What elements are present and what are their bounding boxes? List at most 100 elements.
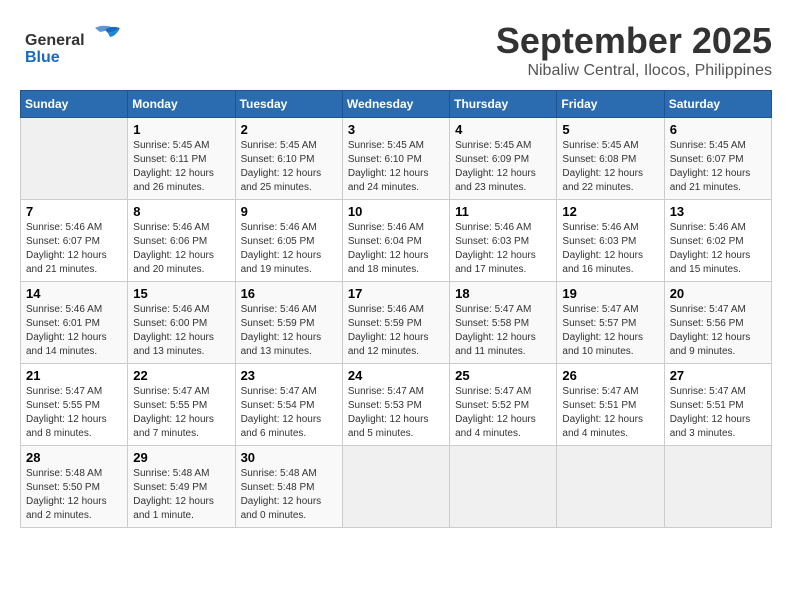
- week-row-2: 7 Sunrise: 5:46 AMSunset: 6:07 PMDaylight…: [21, 200, 772, 282]
- day-number: 23: [241, 368, 337, 383]
- calendar-cell: [450, 446, 557, 528]
- day-info: Sunrise: 5:46 AMSunset: 5:59 PMDaylight:…: [348, 303, 444, 359]
- day-number: 29: [133, 450, 229, 465]
- day-info: Sunrise: 5:47 AMSunset: 5:57 PMDaylight:…: [562, 303, 658, 359]
- day-number: 5: [562, 122, 658, 137]
- day-number: 10: [348, 204, 444, 219]
- calendar-cell: 23 Sunrise: 5:47 AMSunset: 5:54 PMDayligh…: [235, 364, 342, 446]
- day-info: Sunrise: 5:46 AMSunset: 6:02 PMDaylight:…: [670, 221, 766, 277]
- calendar-cell: [21, 118, 128, 200]
- calendar-cell: 7 Sunrise: 5:46 AMSunset: 6:07 PMDaylight…: [21, 200, 128, 282]
- calendar-cell: 30 Sunrise: 5:48 AMSunset: 5:48 PMDayligh…: [235, 446, 342, 528]
- day-number: 16: [241, 286, 337, 301]
- day-info: Sunrise: 5:47 AMSunset: 5:53 PMDaylight:…: [348, 385, 444, 441]
- day-number: 7: [26, 204, 122, 219]
- day-info: Sunrise: 5:47 AMSunset: 5:51 PMDaylight:…: [562, 385, 658, 441]
- day-info: Sunrise: 5:47 AMSunset: 5:56 PMDaylight:…: [670, 303, 766, 359]
- calendar-cell: 1 Sunrise: 5:45 AMSunset: 6:11 PMDaylight…: [128, 118, 235, 200]
- calendar-cell: 25 Sunrise: 5:47 AMSunset: 5:52 PMDayligh…: [450, 364, 557, 446]
- day-number: 30: [241, 450, 337, 465]
- calendar-cell: 6 Sunrise: 5:45 AMSunset: 6:07 PMDaylight…: [664, 118, 771, 200]
- day-info: Sunrise: 5:47 AMSunset: 5:54 PMDaylight:…: [241, 385, 337, 441]
- day-number: 22: [133, 368, 229, 383]
- calendar-cell: 4 Sunrise: 5:45 AMSunset: 6:09 PMDaylight…: [450, 118, 557, 200]
- month-title: September 2025: [496, 20, 772, 62]
- column-header-friday: Friday: [557, 91, 664, 118]
- calendar-cell: 5 Sunrise: 5:45 AMSunset: 6:08 PMDaylight…: [557, 118, 664, 200]
- calendar-cell: 19 Sunrise: 5:47 AMSunset: 5:57 PMDayligh…: [557, 282, 664, 364]
- day-info: Sunrise: 5:46 AMSunset: 6:01 PMDaylight:…: [26, 303, 122, 359]
- calendar-cell: 11 Sunrise: 5:46 AMSunset: 6:03 PMDayligh…: [450, 200, 557, 282]
- calendar-cell: 27 Sunrise: 5:47 AMSunset: 5:51 PMDayligh…: [664, 364, 771, 446]
- day-number: 21: [26, 368, 122, 383]
- day-info: Sunrise: 5:45 AMSunset: 6:09 PMDaylight:…: [455, 139, 551, 195]
- day-info: Sunrise: 5:47 AMSunset: 5:55 PMDaylight:…: [26, 385, 122, 441]
- day-number: 26: [562, 368, 658, 383]
- day-info: Sunrise: 5:47 AMSunset: 5:52 PMDaylight:…: [455, 385, 551, 441]
- calendar-cell: 12 Sunrise: 5:46 AMSunset: 6:03 PMDayligh…: [557, 200, 664, 282]
- calendar-cell: [664, 446, 771, 528]
- day-info: Sunrise: 5:47 AMSunset: 5:55 PMDaylight:…: [133, 385, 229, 441]
- day-number: 27: [670, 368, 766, 383]
- day-number: 11: [455, 204, 551, 219]
- calendar-cell: 18Sunrise: 5:47 AMSunset: 5:58 PMDayligh…: [450, 282, 557, 364]
- day-info: Sunrise: 5:47 AMSunset: 5:51 PMDaylight:…: [670, 385, 766, 441]
- day-info: Sunrise: 5:48 AMSunset: 5:49 PMDaylight:…: [133, 467, 229, 523]
- day-number: 12: [562, 204, 658, 219]
- column-header-thursday: Thursday: [450, 91, 557, 118]
- day-info: Sunrise: 5:45 AMSunset: 6:10 PMDaylight:…: [348, 139, 444, 195]
- calendar-cell: 14 Sunrise: 5:46 AMSunset: 6:01 PMDayligh…: [21, 282, 128, 364]
- day-info: Sunrise: 5:46 AMSunset: 5:59 PMDaylight:…: [241, 303, 337, 359]
- day-number: 9: [241, 204, 337, 219]
- column-header-wednesday: Wednesday: [342, 91, 449, 118]
- header-row: SundayMondayTuesdayWednesdayThursdayFrid…: [21, 91, 772, 118]
- calendar-cell: 28Sunrise: 5:48 AMSunset: 5:50 PMDayligh…: [21, 446, 128, 528]
- column-header-saturday: Saturday: [664, 91, 771, 118]
- day-number: 13: [670, 204, 766, 219]
- day-info: Sunrise: 5:46 AMSunset: 6:04 PMDaylight:…: [348, 221, 444, 277]
- day-number: 8: [133, 204, 229, 219]
- day-number: 6: [670, 122, 766, 137]
- calendar-cell: 22 Sunrise: 5:47 AMSunset: 5:55 PMDayligh…: [128, 364, 235, 446]
- day-info: Sunrise: 5:45 AMSunset: 6:07 PMDaylight:…: [670, 139, 766, 195]
- calendar-cell: [557, 446, 664, 528]
- calendar-cell: 21 Sunrise: 5:47 AMSunset: 5:55 PMDayligh…: [21, 364, 128, 446]
- day-number: 20: [670, 286, 766, 301]
- day-number: 15: [133, 286, 229, 301]
- day-info: Sunrise: 5:46 AMSunset: 6:03 PMDaylight:…: [562, 221, 658, 277]
- day-number: 19: [562, 286, 658, 301]
- week-row-4: 21 Sunrise: 5:47 AMSunset: 5:55 PMDayligh…: [21, 364, 772, 446]
- day-number: 1: [133, 122, 229, 137]
- calendar-cell: 29 Sunrise: 5:48 AMSunset: 5:49 PMDayligh…: [128, 446, 235, 528]
- calendar-cell: 8Sunrise: 5:46 AMSunset: 6:06 PMDaylight…: [128, 200, 235, 282]
- svg-text:Blue: Blue: [25, 49, 60, 66]
- calendar-cell: 20 Sunrise: 5:47 AMSunset: 5:56 PMDayligh…: [664, 282, 771, 364]
- day-info: Sunrise: 5:45 AMSunset: 6:10 PMDaylight:…: [241, 139, 337, 195]
- calendar-cell: 16 Sunrise: 5:46 AMSunset: 5:59 PMDayligh…: [235, 282, 342, 364]
- day-number: 14: [26, 286, 122, 301]
- week-row-1: 1 Sunrise: 5:45 AMSunset: 6:11 PMDaylight…: [21, 118, 772, 200]
- page-header: General Blue September 2025 Nibaliw Cent…: [20, 20, 772, 80]
- day-number: 4: [455, 122, 551, 137]
- calendar-cell: 13 Sunrise: 5:46 AMSunset: 6:02 PMDayligh…: [664, 200, 771, 282]
- day-info: Sunrise: 5:46 AMSunset: 6:03 PMDaylight:…: [455, 221, 551, 277]
- day-info: Sunrise: 5:45 AMSunset: 6:08 PMDaylight:…: [562, 139, 658, 195]
- svg-text:General: General: [25, 32, 85, 49]
- calendar-cell: 9 Sunrise: 5:46 AMSunset: 6:05 PMDaylight…: [235, 200, 342, 282]
- title-section: September 2025 Nibaliw Central, Ilocos, …: [496, 20, 772, 80]
- day-info: Sunrise: 5:46 AMSunset: 6:07 PMDaylight:…: [26, 221, 122, 277]
- day-number: 17: [348, 286, 444, 301]
- calendar-table: SundayMondayTuesdayWednesdayThursdayFrid…: [20, 90, 772, 528]
- day-info: Sunrise: 5:46 AMSunset: 6:05 PMDaylight:…: [241, 221, 337, 277]
- day-number: 24: [348, 368, 444, 383]
- calendar-cell: 17 Sunrise: 5:46 AMSunset: 5:59 PMDayligh…: [342, 282, 449, 364]
- week-row-3: 14 Sunrise: 5:46 AMSunset: 6:01 PMDayligh…: [21, 282, 772, 364]
- calendar-cell: [342, 446, 449, 528]
- calendar-cell: 2Sunrise: 5:45 AMSunset: 6:10 PMDaylight…: [235, 118, 342, 200]
- day-number: 25: [455, 368, 551, 383]
- logo: General Blue: [20, 20, 140, 70]
- calendar-cell: 15Sunrise: 5:46 AMSunset: 6:00 PMDayligh…: [128, 282, 235, 364]
- day-info: Sunrise: 5:48 AMSunset: 5:48 PMDaylight:…: [241, 467, 337, 523]
- column-header-sunday: Sunday: [21, 91, 128, 118]
- day-info: Sunrise: 5:45 AMSunset: 6:11 PMDaylight:…: [133, 139, 229, 195]
